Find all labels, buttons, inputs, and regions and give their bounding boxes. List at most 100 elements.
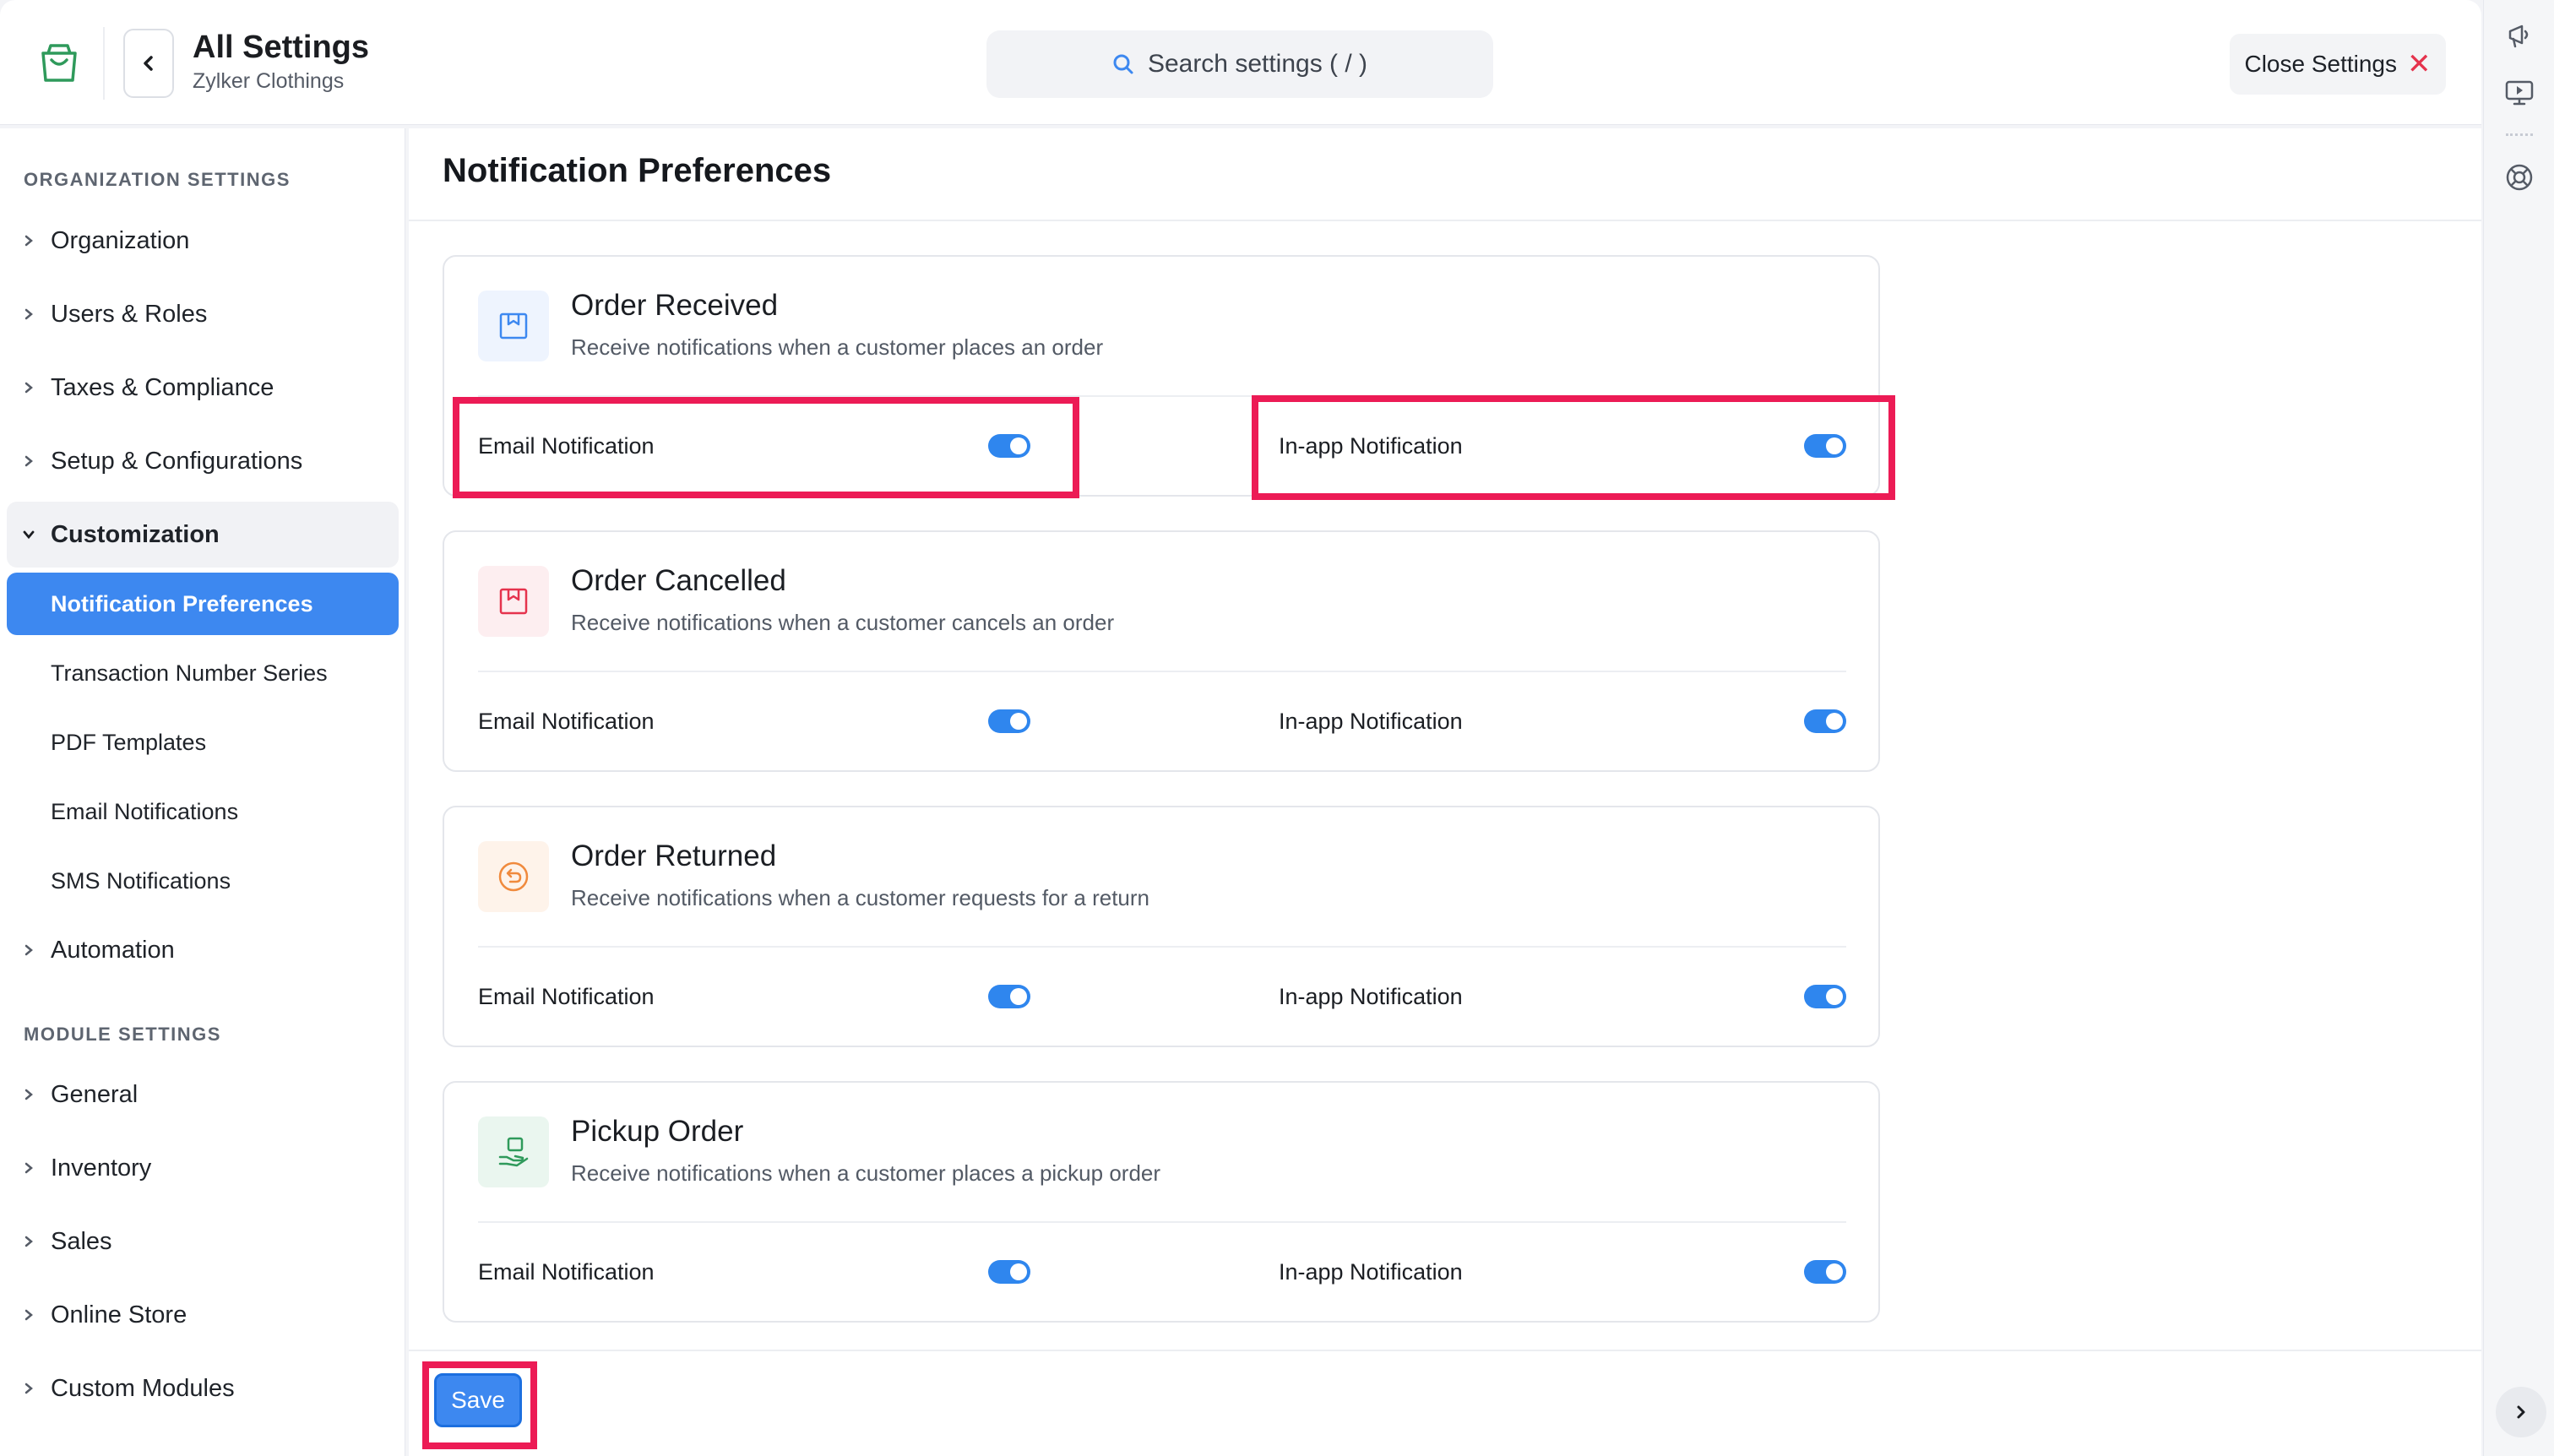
header-divider: [103, 27, 105, 100]
card-divider: [478, 946, 1846, 948]
card-description: Receive notifications when a customer pl…: [571, 334, 1104, 360]
inapp-notification-row: In-app Notification: [1279, 671, 1463, 772]
expand-rail-button[interactable]: [2496, 1387, 2546, 1437]
sidebar-item-setup-configurations[interactable]: Setup & Configurations: [7, 428, 399, 494]
chevron-right-icon: [7, 943, 51, 957]
card-description: Receive notifications when a customer ca…: [571, 610, 1115, 635]
sidebar-item-label: Customization: [51, 520, 220, 548]
card-description: Receive notifications when a customer re…: [571, 885, 1150, 910]
close-settings-label: Close Settings: [2244, 51, 2398, 77]
inapp-notification-toggle[interactable]: [1804, 985, 1846, 1008]
sidebar-subitem-email-notifications[interactable]: Email Notifications: [7, 780, 399, 843]
sidebar-item-customization[interactable]: Customization: [7, 502, 399, 568]
inapp-notification-toggle[interactable]: [1804, 1260, 1846, 1284]
sidebar-subitem-transaction-number-series[interactable]: Transaction Number Series: [7, 642, 399, 704]
search-settings-input[interactable]: Search settings ( / ): [986, 30, 1493, 98]
sidebar-item-taxes-compliance[interactable]: Taxes & Compliance: [7, 355, 399, 421]
sidebar-item-label: Organization: [51, 226, 190, 254]
inapp-notification-label: In-app Notification: [1279, 432, 1463, 459]
chevron-down-icon: [7, 530, 51, 540]
title-divider: [409, 220, 2481, 221]
sidebar-item-label: Custom Modules: [51, 1374, 235, 1402]
card-divider: [478, 395, 1846, 397]
email-notification-row: Email Notification: [478, 946, 655, 1047]
settings-sidebar: ORGANIZATION SETTINGS Organization Users…: [0, 128, 405, 1456]
sidebar-item-automation[interactable]: Automation: [7, 917, 399, 983]
main-content: Notification Preferences Order Received …: [409, 128, 2481, 1456]
email-notification-row: Email Notification: [478, 395, 655, 497]
settings-header: All Settings Zylker Clothings Search set…: [0, 0, 2481, 125]
card-title: Order Received: [571, 289, 779, 322]
back-button[interactable]: [123, 29, 174, 98]
email-notification-toggle[interactable]: [988, 985, 1030, 1008]
module-settings-heading: MODULE SETTINGS: [24, 1024, 221, 1045]
chevron-right-icon: [7, 1382, 51, 1395]
organization-name: Zylker Clothings: [193, 69, 345, 93]
chevron-right-icon: [7, 1088, 51, 1101]
close-icon: ✕: [2407, 48, 2432, 80]
box-cancel-icon: [478, 566, 549, 637]
chevron-right-icon: [7, 1161, 51, 1175]
card-title: Order Returned: [571, 839, 777, 872]
search-icon: [1113, 54, 1133, 74]
sidebar-item-online-store[interactable]: Online Store: [7, 1282, 399, 1348]
sidebar-item-label: Inventory: [51, 1154, 152, 1182]
chevron-right-icon: [7, 1308, 51, 1322]
sidebar-item-inventory[interactable]: Inventory: [7, 1135, 399, 1201]
email-notification-row: Email Notification: [478, 671, 655, 772]
help-support-icon[interactable]: [2501, 159, 2538, 196]
inapp-notification-row: In-app Notification: [1279, 1221, 1463, 1323]
inapp-notification-label: In-app Notification: [1279, 1258, 1463, 1285]
notification-card-order-cancelled: Order Cancelled Receive notifications wh…: [443, 530, 1880, 772]
organization-settings-heading: ORGANIZATION SETTINGS: [24, 169, 291, 190]
notification-card-pickup-order: Pickup Order Receive notifications when …: [443, 1081, 1880, 1323]
inapp-notification-toggle[interactable]: [1804, 434, 1846, 458]
sidebar-item-custom-modules[interactable]: Custom Modules: [7, 1355, 399, 1421]
inapp-notification-row: In-app Notification: [1279, 395, 1463, 497]
save-button[interactable]: Save: [434, 1373, 522, 1427]
chevron-right-icon: [7, 381, 51, 394]
sidebar-item-users-roles[interactable]: Users & Roles: [7, 281, 399, 347]
close-settings-button[interactable]: Close Settings ✕: [2230, 34, 2446, 95]
sidebar-item-label: Sales: [51, 1227, 112, 1255]
page-heading: All Settings: [193, 30, 370, 65]
sidebar-item-organization[interactable]: Organization: [7, 208, 399, 274]
chevron-right-icon: [7, 1235, 51, 1248]
chevron-right-icon: [7, 234, 51, 247]
announcement-icon[interactable]: [2501, 17, 2538, 54]
sidebar-item-label: Users & Roles: [51, 300, 208, 328]
notification-card-order-returned: Order Returned Receive notifications whe…: [443, 806, 1880, 1047]
email-notification-toggle[interactable]: [988, 709, 1030, 733]
email-notification-toggle[interactable]: [988, 1260, 1030, 1284]
page-title: Notification Preferences: [443, 152, 832, 189]
return-icon: [478, 841, 549, 912]
box-icon: [478, 291, 549, 361]
inapp-notification-row: In-app Notification: [1279, 946, 1463, 1047]
sidebar-item-label: General: [51, 1080, 139, 1108]
chevron-right-icon: [2517, 1405, 2525, 1419]
shopping-bag-logo-icon: [34, 37, 84, 88]
sidebar-subitem-notification-preferences[interactable]: Notification Preferences: [7, 573, 399, 635]
right-utility-rail: [2483, 0, 2554, 1456]
inapp-notification-toggle[interactable]: [1804, 709, 1846, 733]
sidebar-item-label: Automation: [51, 936, 175, 964]
inapp-notification-label: In-app Notification: [1279, 983, 1463, 1009]
email-notification-toggle[interactable]: [988, 434, 1030, 458]
email-notification-label: Email Notification: [478, 432, 655, 459]
card-description: Receive notifications when a customer pl…: [571, 1160, 1161, 1186]
chevron-right-icon: [7, 307, 51, 321]
rail-separator: [2506, 133, 2533, 136]
email-notification-label: Email Notification: [478, 708, 655, 734]
chevron-right-icon: [7, 454, 51, 468]
inapp-notification-label: In-app Notification: [1279, 708, 1463, 734]
sidebar-item-sales[interactable]: Sales: [7, 1209, 399, 1274]
sidebar-subitem-pdf-templates[interactable]: PDF Templates: [7, 711, 399, 774]
sidebar-item-general[interactable]: General: [7, 1062, 399, 1127]
card-divider: [478, 671, 1846, 672]
hand-package-icon: [478, 1116, 549, 1187]
sidebar-item-label: Taxes & Compliance: [51, 373, 274, 401]
card-title: Pickup Order: [571, 1115, 744, 1148]
sidebar-subitem-sms-notifications[interactable]: SMS Notifications: [7, 850, 399, 912]
video-tutorial-icon[interactable]: [2501, 74, 2538, 111]
email-notification-label: Email Notification: [478, 983, 655, 1009]
